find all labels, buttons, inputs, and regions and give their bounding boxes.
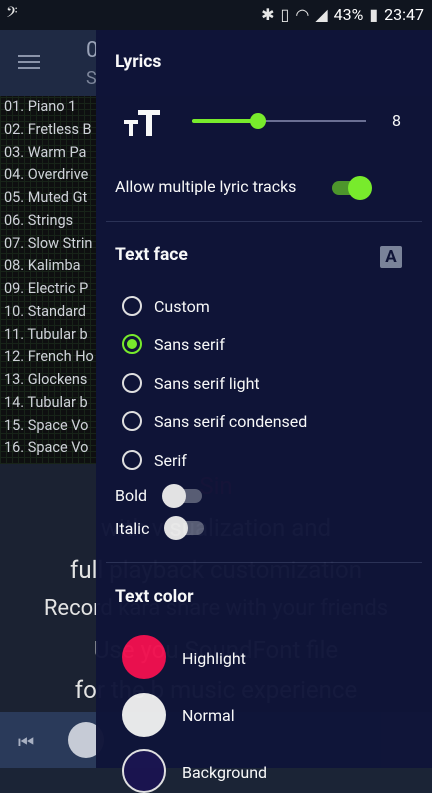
radio-label: Serif [154, 450, 187, 470]
bold-toggle[interactable] [162, 484, 202, 508]
radio-button[interactable] [122, 373, 142, 393]
battery-percent: 43% [333, 5, 364, 24]
track-item[interactable]: 11. Tubular b [0, 324, 96, 347]
slider-thumb[interactable] [250, 113, 267, 129]
radio-option-sans-serif-light[interactable]: Sans serif light [122, 373, 260, 393]
track-item[interactable]: 14. Tubular b [0, 392, 96, 415]
signal-icon: ◢ [315, 5, 328, 24]
radio-label: Sans serif condensed [154, 411, 308, 431]
text-size-icon [124, 110, 160, 136]
radio-option-serif[interactable]: Serif [122, 450, 187, 470]
wifi-icon: ◠ [295, 5, 310, 24]
font-icon[interactable]: A [380, 246, 402, 268]
color-label-highlight: Highlight [182, 649, 246, 668]
section-title-text-color: Text color [115, 587, 194, 607]
previous-icon[interactable]: ⏮ [18, 732, 40, 753]
divider [106, 562, 422, 563]
menu-icon[interactable] [18, 55, 40, 70]
radio-button-selected[interactable] [122, 334, 142, 354]
radio-button[interactable] [122, 450, 142, 470]
radio-option-sans-serif-condensed[interactable]: Sans serif condensed [122, 411, 307, 431]
radio-label: Custom [154, 296, 210, 316]
color-swatch-normal[interactable] [122, 693, 166, 737]
divider [106, 221, 422, 222]
color-swatch-highlight[interactable] [122, 635, 166, 679]
radio-button[interactable] [122, 411, 142, 431]
track-item[interactable]: 02. Fretless B [0, 119, 96, 142]
bluetooth-icon: ✱ [261, 5, 275, 24]
music-app-icon: 𝄢 [6, 4, 18, 25]
track-item[interactable]: 05. Muted Gt [0, 187, 96, 210]
allow-multiple-toggle[interactable] [332, 176, 372, 200]
color-label-normal: Normal [182, 706, 235, 725]
battery-icon: ▮ [369, 5, 379, 24]
radio-option-custom[interactable]: Custom [122, 296, 210, 316]
track-item[interactable]: 13. Glockens [0, 369, 96, 392]
lyrics-settings-drawer: Lyrics 8 Allow multiple lyric tracks Tex… [96, 30, 432, 793]
section-title-lyrics: Lyrics [115, 52, 162, 72]
italic-toggle[interactable] [164, 516, 204, 540]
allow-multiple-label: Allow multiple lyric tracks [115, 177, 297, 196]
radio-label: Sans serif light [154, 373, 260, 393]
track-item[interactable]: 15. Space Vo [0, 415, 96, 438]
color-label-background: Background [182, 763, 268, 782]
clock: 23:47 [384, 5, 424, 24]
section-title-text-face: Text face [115, 245, 188, 265]
track-item[interactable]: 07. Slow Strin [0, 233, 96, 256]
radio-button[interactable] [122, 296, 142, 316]
color-swatch-background[interactable] [122, 749, 166, 793]
bold-label: Bold [115, 486, 148, 505]
track-item[interactable]: 06. Strings [0, 210, 96, 233]
track-list: 01. Piano 1 02. Fretless B 03. Warm Pa 04. … [0, 96, 96, 464]
track-item[interactable]: 04. Overdrive [0, 164, 96, 187]
track-item[interactable]: 09. Electric P [0, 278, 96, 301]
text-size-slider[interactable] [192, 113, 366, 129]
vibrate-icon: ▯ [280, 5, 290, 24]
radio-label: Sans serif [154, 334, 225, 354]
track-item[interactable]: 01. Piano 1 [0, 96, 96, 119]
text-size-value: 8 [392, 111, 401, 130]
radio-option-sans-serif[interactable]: Sans serif [122, 334, 225, 354]
status-bar: 𝄢 ✱ ▯ ◠ ◢ 43% ▮ 23:47 [0, 0, 432, 30]
track-item[interactable]: 03. Warm Pa [0, 142, 96, 165]
track-item[interactable]: 12. French Ho [0, 346, 96, 369]
italic-label: Italic [115, 519, 150, 538]
track-item[interactable]: 10. Standard [0, 301, 96, 324]
track-item[interactable]: 08. Kalimba [0, 255, 96, 278]
track-item[interactable]: 16. Space Vo [0, 437, 96, 460]
